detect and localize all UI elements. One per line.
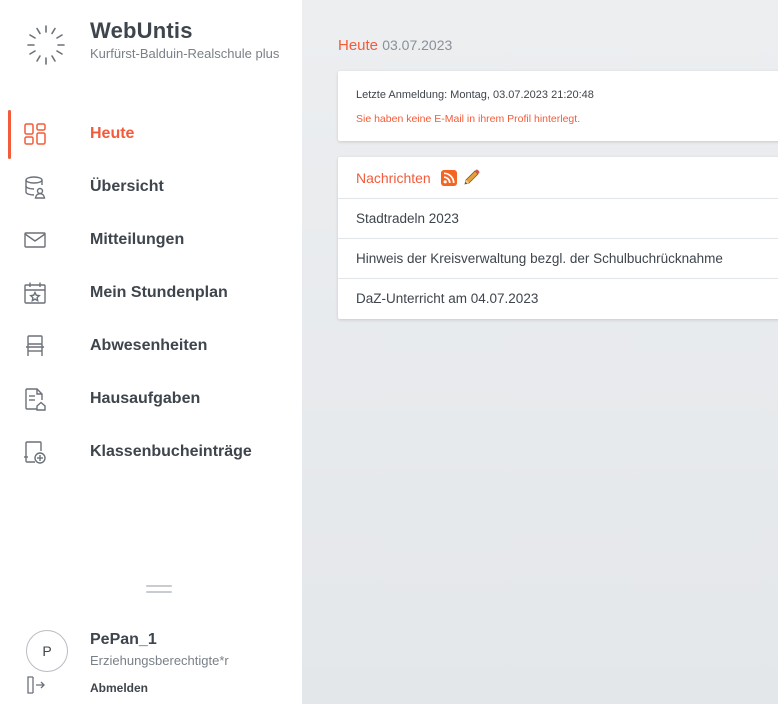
sidebar: WebUntis Kurfürst-Balduin-Realschule plu… xyxy=(0,0,302,704)
today-label: Heute xyxy=(338,37,379,54)
pencil-icon[interactable] xyxy=(461,168,481,188)
app-name: WebUntis xyxy=(90,18,193,43)
calendar-icon xyxy=(24,282,46,304)
sidebar-item-label: Übersicht xyxy=(90,178,164,195)
brand[interactable]: WebUntis Kurfürst-Balduin-Realschule plu… xyxy=(22,18,292,88)
news-item[interactable]: Hinweis der Kreisverwaltung bezgl. der S… xyxy=(338,239,778,279)
today-date: 03.07.2023 xyxy=(382,37,453,53)
sidebar-resize-handle[interactable] xyxy=(146,585,172,593)
webuntis-logo-icon xyxy=(27,25,65,65)
news-item-text: Hinweis der Kreisverwaltung bezgl. der S… xyxy=(356,251,723,266)
user-name: PePan_1 xyxy=(90,631,157,648)
sidebar-item-mitteilungen[interactable]: Mitteilungen xyxy=(0,214,302,267)
email-warning: Sie haben keine E-Mail in ihrem Profil h… xyxy=(356,113,581,125)
last-login-text: Letzte Anmeldung: Montag, 03.07.2023 21:… xyxy=(356,89,594,101)
sidebar-nav: Heute Übersicht Mitteilungen Mein Stunde… xyxy=(0,108,302,479)
sidebar-item-label: Klassenbucheinträge xyxy=(90,443,252,460)
sidebar-item-label: Abwesenheiten xyxy=(90,337,208,354)
rss-icon[interactable] xyxy=(441,170,457,186)
news-card: Nachrichten Stadtradeln 2023 Hinweis der… xyxy=(338,157,778,319)
sidebar-item-klassenbuch[interactable]: Klassenbucheinträge xyxy=(0,426,302,479)
sidebar-item-uebersicht[interactable]: Übersicht xyxy=(0,161,302,214)
chair-icon xyxy=(26,335,44,356)
main-content: Heute 03.07.2023 Letzte Anmeldung: Monta… xyxy=(302,0,778,704)
news-item[interactable]: Stadtradeln 2023 xyxy=(338,199,778,239)
sidebar-item-label: Hausaufgaben xyxy=(90,390,201,407)
news-title: Nachrichten xyxy=(356,170,431,186)
homework-icon xyxy=(25,388,46,411)
user-role: Erziehungsberechtigte*r xyxy=(90,653,229,668)
news-item[interactable]: DaZ-Unterricht am 04.07.2023 xyxy=(338,279,778,319)
news-item-text: DaZ-Unterricht am 04.07.2023 xyxy=(356,291,539,306)
sidebar-item-heute[interactable]: Heute xyxy=(0,108,302,161)
sidebar-item-abwesenheiten[interactable]: Abwesenheiten xyxy=(0,320,302,373)
page-title: Heute 03.07.2023 xyxy=(338,37,452,54)
dashboard-icon xyxy=(24,123,46,145)
school-name: Kurfürst-Balduin-Realschule plus xyxy=(90,46,280,61)
classbook-icon xyxy=(24,441,46,464)
sidebar-item-label: Mein Stundenplan xyxy=(90,284,228,301)
sidebar-item-stundenplan[interactable]: Mein Stundenplan xyxy=(0,267,302,320)
envelope-icon xyxy=(24,232,46,248)
overview-icon xyxy=(25,176,46,199)
avatar[interactable]: P xyxy=(26,630,68,672)
news-item-text: Stadtradeln 2023 xyxy=(356,211,459,226)
news-header: Nachrichten xyxy=(338,157,778,199)
sidebar-item-label: Mitteilungen xyxy=(90,231,185,248)
logout-icon[interactable] xyxy=(24,674,46,696)
sidebar-item-hausaufgaben[interactable]: Hausaufgaben xyxy=(0,373,302,426)
login-info-card: Letzte Anmeldung: Montag, 03.07.2023 21:… xyxy=(338,71,778,141)
sidebar-item-label: Heute xyxy=(90,125,135,142)
logout-button[interactable]: Abmelden xyxy=(90,681,148,695)
